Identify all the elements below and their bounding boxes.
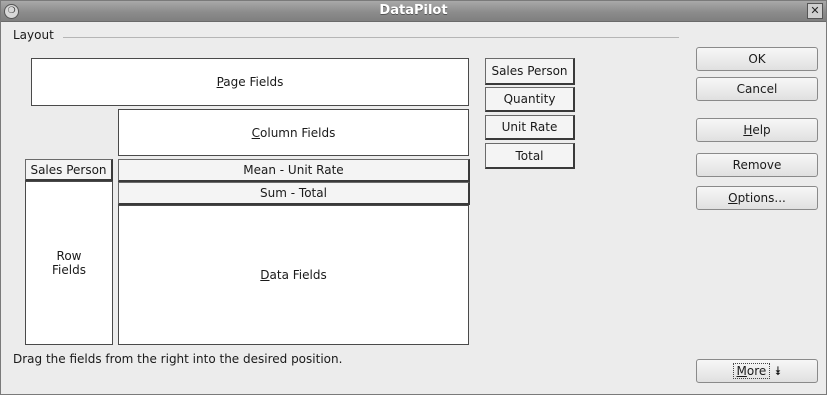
row-fields-area[interactable]: Row Fields: [25, 181, 113, 345]
more-button[interactable]: More ⯯: [696, 359, 818, 383]
drag-hint-text: Drag the fields from the right into the …: [13, 352, 343, 366]
double-chevron-down-icon: ⯯: [774, 363, 782, 378]
title-bar[interactable]: ❍ DataPilot ✕: [1, 1, 826, 22]
options-button-label: Options...: [728, 191, 786, 205]
data-field-sum-total[interactable]: Sum - Total: [118, 182, 470, 205]
options-button[interactable]: Options...: [696, 186, 818, 210]
page-fields-label: Page Fields: [216, 75, 284, 89]
datapilot-dialog: ❍ DataPilot ✕ Layout Page Fields Column …: [0, 0, 827, 395]
remove-button[interactable]: Remove: [696, 153, 818, 177]
help-button[interactable]: Help: [696, 118, 818, 142]
close-icon[interactable]: ✕: [807, 3, 823, 19]
data-field-mean-unit-rate[interactable]: Mean - Unit Rate: [118, 159, 470, 182]
row-field-sales-person[interactable]: Sales Person: [25, 159, 113, 181]
cancel-button[interactable]: Cancel: [696, 77, 818, 101]
available-field-quantity[interactable]: Quantity: [485, 87, 575, 112]
column-fields-area[interactable]: Column Fields: [118, 109, 469, 156]
ok-button[interactable]: OK: [696, 47, 818, 71]
column-fields-label: Column Fields: [251, 125, 336, 140]
available-field-unit-rate[interactable]: Unit Rate: [485, 115, 575, 140]
window-title: DataPilot: [379, 3, 448, 18]
layout-group-divider: [63, 37, 679, 38]
help-button-label: Help: [743, 123, 771, 137]
data-fields-label: Data Fields: [260, 268, 327, 282]
page-fields-area[interactable]: Page Fields: [31, 58, 469, 106]
more-button-label: More: [732, 363, 771, 379]
layout-group-label: Layout: [13, 28, 54, 42]
row-fields-label-line1: Row: [56, 249, 82, 263]
data-fields-area[interactable]: Data Fields: [118, 205, 469, 345]
available-field-sales-person[interactable]: Sales Person: [485, 58, 575, 85]
row-fields-label-line2: Fields: [52, 263, 86, 277]
available-field-total[interactable]: Total: [485, 143, 575, 169]
